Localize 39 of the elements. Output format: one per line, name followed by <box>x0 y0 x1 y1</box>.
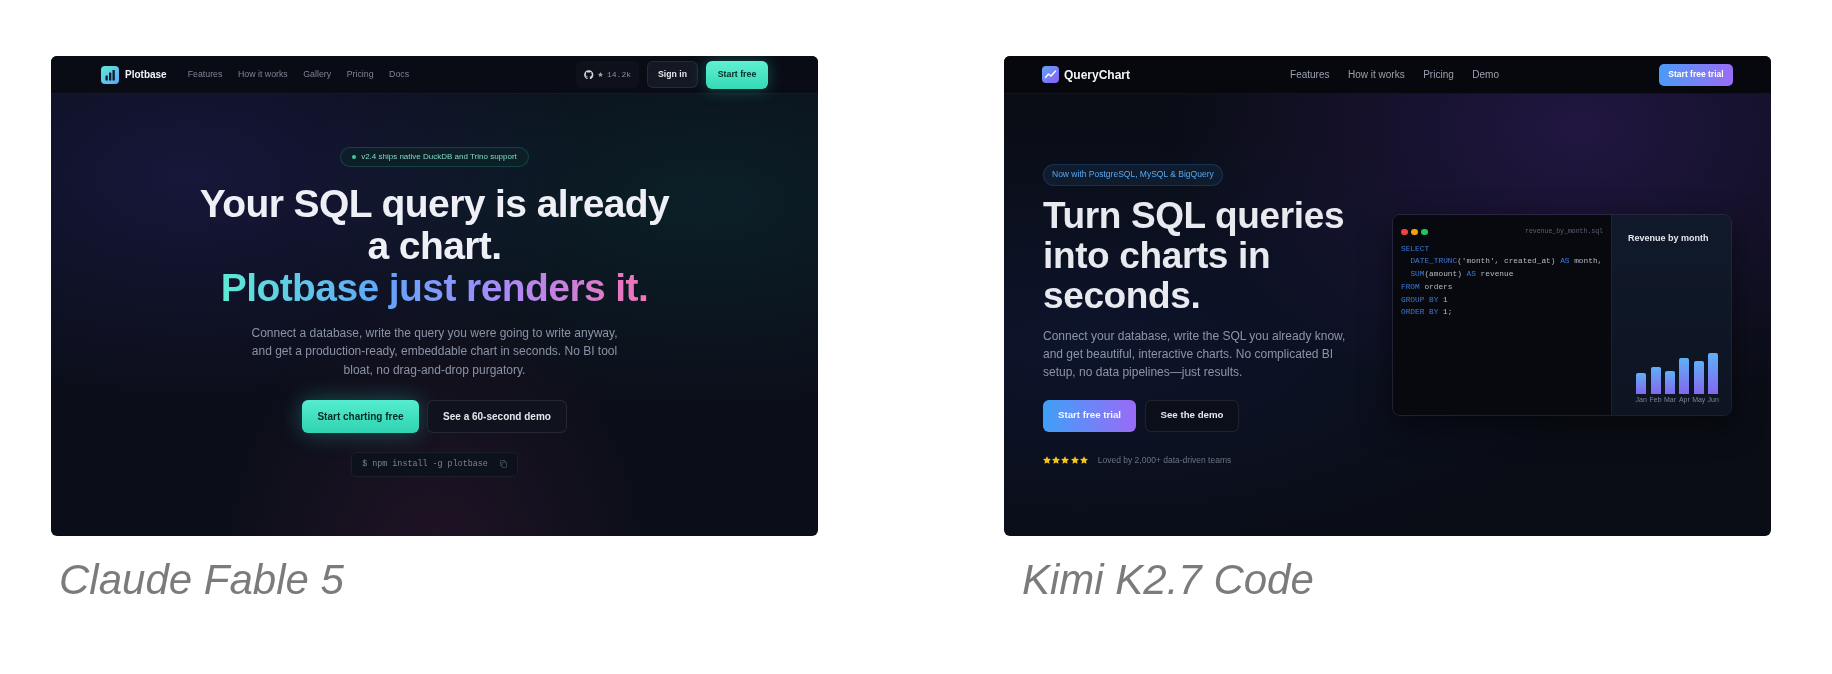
nav-link[interactable]: Features <box>1290 67 1330 82</box>
demo-button[interactable]: See a 60-second demo <box>427 399 567 433</box>
chart-bar <box>1693 361 1704 394</box>
nav-link[interactable]: Pricing <box>346 67 374 82</box>
nav-link[interactable]: Features <box>187 67 223 82</box>
nav-link[interactable]: Pricing <box>1423 67 1454 82</box>
start-charting-button[interactable]: Start charting free <box>302 399 419 433</box>
github-icon <box>584 69 594 80</box>
chart-bar <box>1708 353 1719 394</box>
caption: Claude Fable 5 <box>59 556 344 604</box>
nav-link[interactable]: Gallery <box>303 67 332 82</box>
brand-name[interactable]: Plotbase <box>125 67 167 82</box>
bar-chart-logo-icon <box>101 65 119 84</box>
demo-button[interactable]: See the demo <box>1145 399 1239 432</box>
nav-link[interactable]: Demo <box>1472 67 1499 82</box>
trend-line-logo-icon <box>1042 66 1059 83</box>
start-free-button[interactable]: Start free <box>706 60 768 89</box>
caption: Kimi K2.7 Code <box>1022 556 1314 604</box>
headline: Turn SQL queries into charts in seconds. <box>1043 195 1346 316</box>
nav-link[interactable]: How it works <box>1348 67 1405 82</box>
chart-bar <box>1636 373 1647 394</box>
github-stars-link[interactable]: 14.2k <box>576 61 639 88</box>
star-icon <box>598 72 603 77</box>
hero-description: Connect your database, write the SQL you already know, and get beautiful, interactive charts. No complicated BI setup, no data pipelines—just results. <box>1043 327 1347 381</box>
rating-text: Loved by 2,000+ data-driven teams <box>1097 453 1232 467</box>
headline: Your SQL query is already a chart. <box>198 183 671 267</box>
nav-link[interactable]: How it works <box>237 67 288 82</box>
chart-bar <box>1650 367 1661 394</box>
chart-bar <box>1679 358 1690 394</box>
announcement-text: v2.4 ships native DuckDB and Trino support <box>361 151 517 163</box>
sign-in-button[interactable]: Sign in <box>647 61 698 88</box>
brand-name[interactable]: QueryChart <box>1064 65 1131 84</box>
copy-icon[interactable] <box>499 460 507 469</box>
nav-link[interactable]: Docs <box>389 67 410 82</box>
chart-bar <box>1664 371 1675 394</box>
chart-title: Revenue by month <box>1628 232 1710 245</box>
install-command: $ npm install -g plotbase <box>362 458 488 471</box>
announcement-badge: Now with PostgreSQL, MySQL & BigQuery <box>1043 163 1223 186</box>
hero-description: Connect a database, write the query you were going to write anyway, and get a production-ready, embeddable chart in seconds. No BI tool bloat, no drag-and-drop purgatory. <box>250 325 619 379</box>
